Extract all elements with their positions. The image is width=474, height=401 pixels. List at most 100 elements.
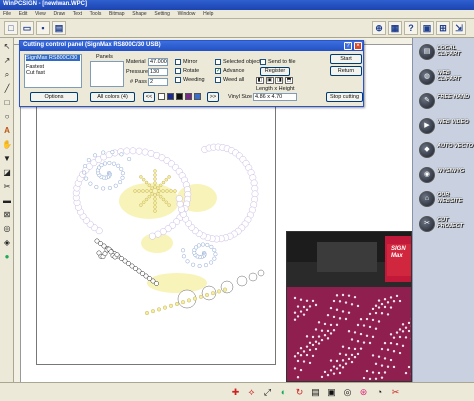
hand-tool-icon[interactable]: ✋ — [2, 140, 12, 150]
zoom-tool-icon[interactable]: ⌕ — [2, 70, 12, 80]
pressure-field[interactable]: 130 — [148, 68, 168, 76]
align-top-icon[interactable]: ⬒ — [285, 77, 294, 84]
align-icon[interactable]: ▤ — [310, 387, 321, 398]
close-icon[interactable]: × — [354, 42, 362, 50]
stop-cutting-button[interactable]: Stop cutting — [326, 92, 363, 102]
pointer-tool-icon[interactable]: ↖ — [2, 42, 12, 52]
send-to-file-checkbox[interactable] — [260, 59, 266, 65]
knife-tool-icon[interactable]: ✂ — [2, 182, 12, 192]
transform-icon[interactable]: ⤢ — [262, 387, 273, 398]
rhinestone-tool-icon[interactable]: ◈ — [2, 238, 12, 248]
menu-text[interactable]: Text — [70, 10, 85, 17]
layout-icon[interactable]: ▣ — [420, 21, 434, 35]
eraser-tool-icon[interactable]: ▬ — [2, 196, 12, 206]
device-list[interactable]: SignMax RS800C/30 Fastest Cut fast — [24, 54, 82, 88]
photo-rhinestone — [359, 318, 363, 321]
next-color-button[interactable]: >> — [207, 92, 219, 102]
auto-vecto-button[interactable]: ◆ AUTO VECTO — [419, 140, 473, 160]
register-button[interactable]: Register — [260, 67, 290, 76]
local-clipart-button[interactable]: ▤ LOCAL CLIPART — [419, 42, 471, 62]
shape-edit-icon[interactable]: ⟡ — [246, 387, 257, 398]
align-right-icon[interactable]: ◨ — [275, 77, 284, 84]
node-tool-icon[interactable]: ↗ — [2, 56, 12, 66]
size-field[interactable]: 4.86 x 4.70 — [253, 93, 297, 101]
contour-icon[interactable]: ◎ — [342, 387, 353, 398]
photo-rhinestone — [392, 336, 396, 339]
menu-tools[interactable]: Tools — [87, 10, 105, 17]
our-website-button[interactable]: ⌂ OUR WEBSITE — [419, 189, 471, 209]
align-center-icon[interactable]: ▣ — [265, 77, 274, 84]
color-swatch-navy[interactable] — [167, 93, 174, 100]
return-button[interactable]: Return — [330, 66, 362, 76]
panels-box[interactable] — [90, 61, 124, 87]
material-field[interactable]: 47.000 — [148, 58, 168, 66]
cut-project-button[interactable]: ✂ CUT PROJECT — [419, 214, 471, 234]
menu-draw[interactable]: Draw — [50, 10, 68, 17]
pass-field[interactable]: 2 — [148, 78, 168, 86]
photo-rhinestone — [347, 347, 351, 350]
weld-icon[interactable]: ⊛ — [358, 387, 369, 398]
contour-tool-icon[interactable]: ◎ — [2, 224, 12, 234]
line-tool-icon[interactable]: ╱ — [2, 84, 12, 94]
start-button[interactable]: Start — [330, 54, 362, 64]
weed-all-checkbox[interactable] — [215, 77, 221, 83]
options-button[interactable]: Options — [30, 92, 78, 102]
photo-rhinestone — [398, 299, 402, 303]
group-icon[interactable]: ▣ — [326, 387, 337, 398]
rectangle-tool-icon[interactable]: □ — [2, 98, 12, 108]
speed-item-cut-fast[interactable]: Cut fast — [26, 70, 80, 76]
free-hand-button[interactable]: ✎ FREE HAND — [419, 91, 471, 111]
menu-edit[interactable]: Edit — [16, 10, 31, 17]
save-icon[interactable]: ▪ — [36, 21, 50, 35]
rhinestone-butterfly-design[interactable] — [37, 103, 275, 364]
menu-help[interactable]: Help — [200, 10, 216, 17]
wysiwyg-button[interactable]: ◉ WYSIWYG — [419, 165, 471, 185]
arrow-icon[interactable]: ⇲ — [452, 21, 466, 35]
web-clipart-button[interactable]: ◍ WEB CLIPART — [419, 67, 471, 87]
color-swatch-blue[interactable] — [194, 93, 201, 100]
advance-checkbox[interactable]: ✓ — [215, 68, 221, 74]
web-video-button[interactable]: ▶ WEB VIDEO — [419, 116, 471, 136]
menu-file[interactable]: File — [0, 10, 14, 17]
rotate-checkbox[interactable] — [175, 68, 181, 74]
rotate-icon[interactable]: ↻ — [294, 387, 305, 398]
help-icon[interactable]: ? — [404, 21, 418, 35]
menu-setting[interactable]: Setting — [151, 10, 173, 17]
photo-rhinestone — [341, 366, 345, 369]
trace-icon[interactable]: ◔ — [374, 387, 385, 398]
prev-color-button[interactable]: << — [143, 92, 155, 102]
print-icon[interactable]: ▤ — [52, 21, 66, 35]
weeding-checkbox[interactable] — [175, 77, 181, 83]
mirror-icon[interactable]: ◐ — [278, 387, 289, 398]
all-colors-button[interactable]: All colors (4) — [90, 92, 135, 102]
drawing-page[interactable] — [36, 102, 276, 365]
plot-icon[interactable]: ⊞ — [436, 21, 450, 35]
menu-bitmap[interactable]: Bitmap — [106, 10, 128, 17]
mirror-checkbox[interactable] — [175, 59, 181, 65]
align-left-icon[interactable]: ◧ — [256, 77, 264, 84]
cut-icon[interactable]: ✂ — [390, 387, 401, 398]
photo-rhinestone — [338, 352, 342, 355]
selected-object-checkbox[interactable] — [215, 59, 221, 65]
color-tool-icon[interactable]: ● — [2, 252, 12, 262]
menu-window[interactable]: Window — [175, 10, 199, 17]
ellipse-tool-icon[interactable]: ○ — [2, 112, 12, 122]
new-file-icon[interactable]: □ — [4, 21, 18, 35]
mirror-label: Mirror — [183, 59, 198, 65]
outline-tool-icon[interactable]: ◪ — [2, 168, 12, 178]
zoom-icon[interactable]: ⊕ — [372, 21, 386, 35]
color-swatch-white[interactable] — [158, 93, 165, 100]
open-file-icon[interactable]: ▭ — [20, 21, 34, 35]
device-item[interactable]: SignMax RS800C/30 — [26, 55, 80, 61]
color-swatch-black[interactable] — [176, 93, 183, 100]
grid-icon[interactable]: ▦ — [388, 21, 402, 35]
fill-tool-icon[interactable]: ▼ — [2, 154, 12, 164]
menu-shape[interactable]: Shape — [129, 10, 149, 17]
node-edit-icon[interactable]: ✚ — [230, 387, 241, 398]
text-tool-icon[interactable]: A — [2, 126, 12, 136]
weld-tool-icon[interactable]: ⊠ — [2, 210, 12, 220]
help-icon[interactable]: ? — [344, 42, 352, 50]
color-swatch-purple[interactable] — [185, 93, 192, 100]
menu-view[interactable]: View — [32, 10, 49, 17]
photo-rhinestone — [365, 334, 369, 337]
